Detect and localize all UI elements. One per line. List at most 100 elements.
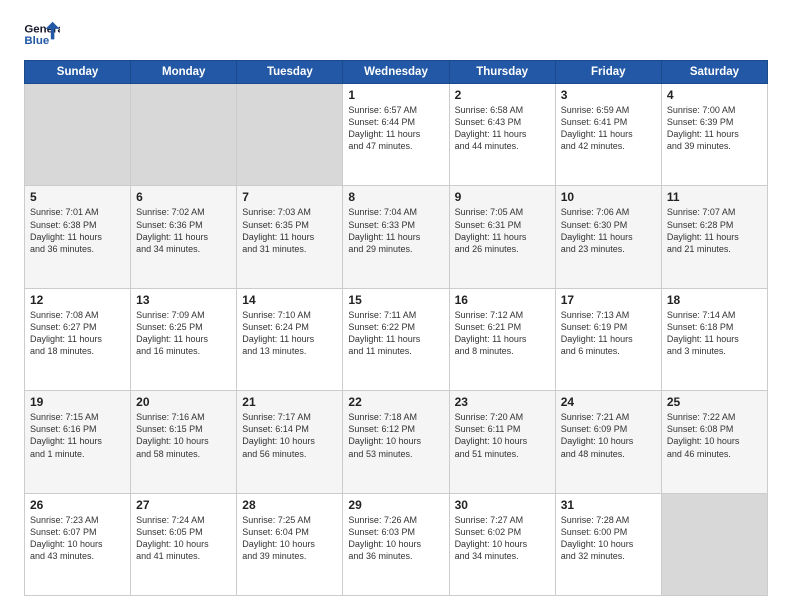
day-number: 1 [348, 88, 443, 102]
calendar-cell: 27Sunrise: 7:24 AM Sunset: 6:05 PM Dayli… [131, 493, 237, 595]
day-number: 19 [30, 395, 125, 409]
day-number: 7 [242, 190, 337, 204]
calendar-row-5: 26 Sunrise: 7:23 AM Sunset: 6:07 PM Dayli… [25, 493, 768, 595]
day-number: 18 [667, 293, 762, 307]
day-number: 9 [455, 190, 550, 204]
day-number: 6 [136, 190, 231, 204]
day-number: 20 [136, 395, 231, 409]
weekday-header-monday: Monday [131, 61, 237, 84]
calendar-cell: 13 Sunrise: 7:09 AM Sunset: 6:25 PM Dayli… [131, 288, 237, 390]
calendar-table: SundayMondayTuesdayWednesdayThursdayFrid… [24, 60, 768, 596]
day-number: 24 [561, 395, 656, 409]
logo: General Blue [24, 20, 60, 50]
calendar-cell: 21 Sunrise: 7:17 AM Sunset: 6:14 PM Dayli… [237, 391, 343, 493]
day-info: Sunrise: 7:00 AM Sunset: 6:39 PM Dayligh… [667, 104, 762, 153]
calendar-cell: 30 Sunrise: 7:27 AM Sunset: 6:02 PM Dayli… [449, 493, 555, 595]
calendar-cell [25, 84, 131, 186]
calendar-cell: 4 Sunrise: 7:00 AM Sunset: 6:39 PM Daylig… [661, 84, 767, 186]
day-info: Sunrise: 7:01 AM Sunset: 6:38 PM Dayligh… [30, 206, 125, 255]
day-number: 31 [561, 498, 656, 512]
day-info: Sunrise: 7:02 AM Sunset: 6:36 PM Dayligh… [136, 206, 231, 255]
day-number: 8 [348, 190, 443, 204]
calendar-cell: 25 Sunrise: 7:22 AM Sunset: 6:08 PM Dayli… [661, 391, 767, 493]
calendar-cell [661, 493, 767, 595]
day-info: Sunrise: 7:09 AM Sunset: 6:25 PM Dayligh… [136, 309, 231, 358]
day-number: 12 [30, 293, 125, 307]
weekday-header-sunday: Sunday [25, 61, 131, 84]
day-number: 13 [136, 293, 231, 307]
day-info: Sunrise: 7:18 AM Sunset: 6:12 PM Dayligh… [348, 411, 443, 460]
calendar-cell: 1 Sunrise: 6:57 AM Sunset: 6:44 PM Daylig… [343, 84, 449, 186]
day-info: Sunrise: 7:24 AM Sunset: 6:05 PM Dayligh… [136, 514, 231, 563]
svg-text:Blue: Blue [24, 35, 49, 47]
day-info: Sunrise: 6:59 AM Sunset: 6:41 PM Dayligh… [561, 104, 656, 153]
calendar-cell: 16Sunrise: 7:12 AM Sunset: 6:21 PM Dayli… [449, 288, 555, 390]
day-info: Sunrise: 7:07 AM Sunset: 6:28 PM Dayligh… [667, 206, 762, 255]
calendar-row-1: 1 Sunrise: 6:57 AM Sunset: 6:44 PM Daylig… [25, 84, 768, 186]
calendar-cell: 19 Sunrise: 7:15 AM Sunset: 6:16 PM Dayli… [25, 391, 131, 493]
day-number: 30 [455, 498, 550, 512]
day-number: 11 [667, 190, 762, 204]
weekday-header-saturday: Saturday [661, 61, 767, 84]
calendar-cell: 14 Sunrise: 7:10 AM Sunset: 6:24 PM Dayli… [237, 288, 343, 390]
weekday-header-row: SundayMondayTuesdayWednesdayThursdayFrid… [25, 61, 768, 84]
calendar-cell: 10 Sunrise: 7:06 AM Sunset: 6:30 PM Dayli… [555, 186, 661, 288]
day-number: 21 [242, 395, 337, 409]
day-number: 4 [667, 88, 762, 102]
day-number: 3 [561, 88, 656, 102]
calendar-cell: 15 Sunrise: 7:11 AM Sunset: 6:22 PM Dayli… [343, 288, 449, 390]
day-info: Sunrise: 7:06 AM Sunset: 6:30 PM Dayligh… [561, 206, 656, 255]
day-info: Sunrise: 6:57 AM Sunset: 6:44 PM Dayligh… [348, 104, 443, 153]
day-info: Sunrise: 7:11 AM Sunset: 6:22 PM Dayligh… [348, 309, 443, 358]
day-number: 2 [455, 88, 550, 102]
day-info: Sunrise: 7:20 AM Sunset: 6:11 PM Dayligh… [455, 411, 550, 460]
calendar-cell: 22 Sunrise: 7:18 AM Sunset: 6:12 PM Dayli… [343, 391, 449, 493]
day-number: 5 [30, 190, 125, 204]
day-number: 29 [348, 498, 443, 512]
day-info: Sunrise: 6:58 AM Sunset: 6:43 PM Dayligh… [455, 104, 550, 153]
header: General Blue [24, 20, 768, 50]
weekday-header-friday: Friday [555, 61, 661, 84]
day-number: 22 [348, 395, 443, 409]
day-number: 23 [455, 395, 550, 409]
calendar-cell: 26 Sunrise: 7:23 AM Sunset: 6:07 PM Dayli… [25, 493, 131, 595]
calendar-cell: 11 Sunrise: 7:07 AM Sunset: 6:28 PM Dayli… [661, 186, 767, 288]
calendar-cell: 17Sunrise: 7:13 AM Sunset: 6:19 PM Dayli… [555, 288, 661, 390]
calendar-cell: 7Sunrise: 7:03 AM Sunset: 6:35 PM Daylig… [237, 186, 343, 288]
page: General Blue SundayMondayTuesdayWednesda… [0, 0, 792, 612]
day-number: 26 [30, 498, 125, 512]
calendar-row-3: 12Sunrise: 7:08 AM Sunset: 6:27 PM Dayli… [25, 288, 768, 390]
calendar-cell: 18 Sunrise: 7:14 AM Sunset: 6:18 PM Dayli… [661, 288, 767, 390]
day-number: 14 [242, 293, 337, 307]
day-info: Sunrise: 7:15 AM Sunset: 6:16 PM Dayligh… [30, 411, 125, 460]
logo-icon: General Blue [24, 20, 60, 50]
calendar-cell: 3 Sunrise: 6:59 AM Sunset: 6:41 PM Daylig… [555, 84, 661, 186]
day-info: Sunrise: 7:17 AM Sunset: 6:14 PM Dayligh… [242, 411, 337, 460]
calendar-cell [131, 84, 237, 186]
day-info: Sunrise: 7:21 AM Sunset: 6:09 PM Dayligh… [561, 411, 656, 460]
day-info: Sunrise: 7:26 AM Sunset: 6:03 PM Dayligh… [348, 514, 443, 563]
weekday-header-tuesday: Tuesday [237, 61, 343, 84]
calendar-cell: 24 Sunrise: 7:21 AM Sunset: 6:09 PM Dayli… [555, 391, 661, 493]
day-number: 25 [667, 395, 762, 409]
day-number: 10 [561, 190, 656, 204]
day-number: 15 [348, 293, 443, 307]
day-info: Sunrise: 7:27 AM Sunset: 6:02 PM Dayligh… [455, 514, 550, 563]
day-info: Sunrise: 7:22 AM Sunset: 6:08 PM Dayligh… [667, 411, 762, 460]
calendar-cell: 6 Sunrise: 7:02 AM Sunset: 6:36 PM Daylig… [131, 186, 237, 288]
calendar-cell: 28Sunrise: 7:25 AM Sunset: 6:04 PM Dayli… [237, 493, 343, 595]
calendar-cell: 29 Sunrise: 7:26 AM Sunset: 6:03 PM Dayli… [343, 493, 449, 595]
day-info: Sunrise: 7:23 AM Sunset: 6:07 PM Dayligh… [30, 514, 125, 563]
day-info: Sunrise: 7:14 AM Sunset: 6:18 PM Dayligh… [667, 309, 762, 358]
day-info: Sunrise: 7:04 AM Sunset: 6:33 PM Dayligh… [348, 206, 443, 255]
calendar-cell: 23 Sunrise: 7:20 AM Sunset: 6:11 PM Dayli… [449, 391, 555, 493]
calendar-cell: 31Sunrise: 7:28 AM Sunset: 6:00 PM Dayli… [555, 493, 661, 595]
day-info: Sunrise: 7:05 AM Sunset: 6:31 PM Dayligh… [455, 206, 550, 255]
calendar-cell: 9 Sunrise: 7:05 AM Sunset: 6:31 PM Daylig… [449, 186, 555, 288]
calendar-cell: 5 Sunrise: 7:01 AM Sunset: 6:38 PM Daylig… [25, 186, 131, 288]
calendar-cell [237, 84, 343, 186]
day-info: Sunrise: 7:10 AM Sunset: 6:24 PM Dayligh… [242, 309, 337, 358]
calendar-cell: 12Sunrise: 7:08 AM Sunset: 6:27 PM Dayli… [25, 288, 131, 390]
weekday-header-wednesday: Wednesday [343, 61, 449, 84]
day-number: 28 [242, 498, 337, 512]
